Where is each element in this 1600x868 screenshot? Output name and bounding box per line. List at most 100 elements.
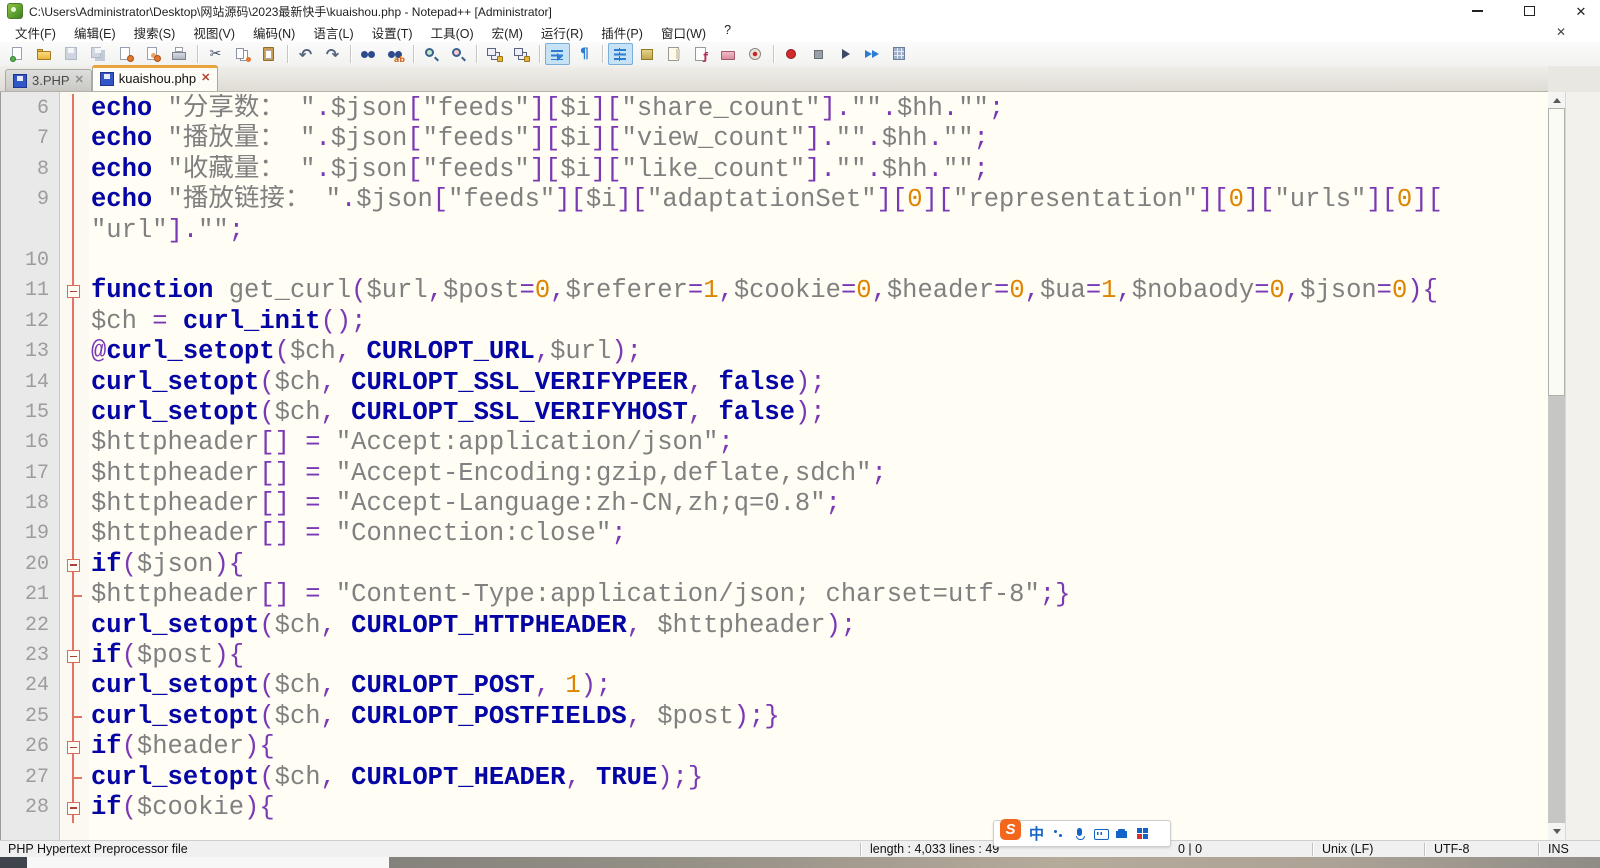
menu-item-2[interactable]: 搜索(S) <box>125 21 185 44</box>
code-line: 14 curl_setopt($ch, CURLOPT_SSL_VERIFYPEE… <box>1 367 1548 398</box>
soft-keyboard-icon[interactable] <box>1094 827 1110 840</box>
maximize-button[interactable] <box>1518 2 1540 20</box>
stop-macro-icon[interactable] <box>806 43 831 65</box>
code-text: $ch = curl_init(); <box>91 306 367 336</box>
save-all-icon[interactable] <box>86 43 111 65</box>
print-icon[interactable] <box>167 43 192 65</box>
close-icon[interactable] <box>113 43 138 65</box>
close-all-icon[interactable] <box>140 43 165 65</box>
line-number: 6 <box>36 97 49 120</box>
menu-item-12[interactable]: ? <box>715 21 740 44</box>
code-line: 13 @curl_setopt($ch, CURLOPT_URL,$url); <box>1 337 1548 368</box>
code-editor[interactable]: 6 echo "分享数： ".$json["feeds"][$i]["share_… <box>0 92 1548 840</box>
menu-item-3[interactable]: 视图(V) <box>184 21 244 44</box>
paste-icon[interactable] <box>257 43 282 65</box>
encoding-label[interactable]: UTF-8 <box>1434 842 1469 856</box>
find-icon[interactable] <box>356 43 381 65</box>
replace-icon[interactable] <box>383 43 408 65</box>
saved-file-icon <box>99 71 114 86</box>
tab-3.PHP[interactable]: 3.PHP ✕ <box>5 69 92 91</box>
menu-item-7[interactable]: 工具(O) <box>422 21 483 44</box>
menu-item-6[interactable]: 设置(T) <box>363 21 422 44</box>
tab-close-icon[interactable]: ✕ <box>75 75 84 86</box>
zoom-out-icon <box>450 47 467 62</box>
voice-input-icon[interactable] <box>1073 827 1086 840</box>
taskbar-app-button[interactable] <box>27 857 390 868</box>
run-macro-multiple-icon[interactable] <box>860 43 885 65</box>
toolbox-icon[interactable] <box>1136 827 1149 840</box>
zoom-in-icon[interactable] <box>419 43 444 65</box>
zoom-out-icon[interactable] <box>446 43 471 65</box>
line-number: 15 <box>24 400 49 424</box>
sync-horizontal-icon[interactable] <box>509 43 534 65</box>
length-lines-label: length : 4,033 lines : 49 <box>870 842 1000 856</box>
save-icon[interactable] <box>59 43 84 65</box>
user-defined-dialog-icon[interactable] <box>635 43 660 65</box>
show-all-characters-icon <box>576 47 593 62</box>
insert-mode-label[interactable]: INS <box>1548 842 1569 856</box>
fold-collapse-box[interactable] <box>59 732 89 763</box>
function-list-icon[interactable] <box>689 43 714 65</box>
undo-icon[interactable] <box>293 43 318 65</box>
play-macro-icon[interactable] <box>833 43 858 65</box>
document-map-icon[interactable] <box>662 43 687 65</box>
sync-vertical-icon[interactable] <box>482 43 507 65</box>
tab-kuaishou.php[interactable]: kuaishou.php ✕ <box>91 65 219 91</box>
eol-format-label[interactable]: Unix (LF) <box>1322 842 1373 856</box>
fold-collapse-box[interactable] <box>59 641 89 672</box>
menu-item-9[interactable]: 运行(R) <box>532 21 592 44</box>
status-divider <box>1312 843 1313 856</box>
minimize-button[interactable] <box>1466 2 1488 20</box>
menu-item-5[interactable]: 语言(L) <box>304 21 362 44</box>
start-button[interactable] <box>0 857 27 868</box>
tab-close-icon[interactable]: ✕ <box>201 73 210 84</box>
redo-icon[interactable] <box>320 43 345 65</box>
indent-guide-icon[interactable] <box>608 43 633 65</box>
menu-row-close-icon[interactable]: ✕ <box>1556 25 1566 39</box>
cut-icon[interactable] <box>203 43 228 65</box>
show-all-characters-icon[interactable] <box>572 43 597 65</box>
save-macro-icon[interactable] <box>887 43 912 65</box>
scrollbar-thumb[interactable] <box>1548 108 1565 396</box>
replace-icon <box>387 47 405 64</box>
new-file-icon <box>9 46 26 62</box>
menu-item-4[interactable]: 编码(N) <box>244 21 304 44</box>
record-macro-icon[interactable] <box>779 43 804 65</box>
skin-icon[interactable] <box>1115 827 1128 840</box>
code-text: curl_setopt($ch, CURLOPT_HEADER, TRUE);} <box>91 762 704 792</box>
copy-icon[interactable] <box>230 43 255 65</box>
open-file-icon[interactable] <box>32 43 57 65</box>
word-wrap-icon[interactable] <box>545 43 570 65</box>
menu-item-1[interactable]: 编辑(E) <box>65 21 125 44</box>
tab-bar: 3.PHP ✕ kuaishou.php ✕ <box>0 65 1600 92</box>
fold-collapse-box[interactable] <box>59 276 89 307</box>
code-text: if($json){ <box>91 549 245 579</box>
close-window-button[interactable]: ✕ <box>1570 2 1592 20</box>
fold-collapse-box[interactable] <box>59 792 89 824</box>
play-macro-icon <box>837 47 854 62</box>
fold-marker <box>59 458 89 490</box>
fold-marker <box>59 154 89 186</box>
fold-marker <box>59 397 89 429</box>
punctuation-icon[interactable] <box>1052 827 1065 840</box>
line-number: 8 <box>36 157 49 181</box>
scroll-up-arrow-icon[interactable] <box>1548 92 1565 109</box>
code-line: 16 $httpheader[] = "Accept:application/js… <box>1 428 1548 459</box>
new-file-icon[interactable] <box>5 43 30 65</box>
vertical-scrollbar[interactable] <box>1548 92 1565 840</box>
menu-item-11[interactable]: 窗口(W) <box>652 21 715 44</box>
document-monitor-icon[interactable] <box>743 43 768 65</box>
chinese-mode-icon[interactable]: 中 <box>1029 823 1044 844</box>
toolbar <box>0 42 1600 66</box>
folder-as-workspace-icon[interactable] <box>716 43 741 65</box>
sogou-logo-icon[interactable]: S <box>1000 819 1021 840</box>
scroll-down-arrow-icon[interactable] <box>1548 823 1565 840</box>
close-all-icon <box>144 46 161 62</box>
line-number: 12 <box>24 309 49 333</box>
menu-item-0[interactable]: 文件(F) <box>6 21 65 44</box>
menu-item-10[interactable]: 插件(P) <box>592 21 652 44</box>
save-icon <box>63 46 80 62</box>
code-text: @curl_setopt($ch, CURLOPT_URL,$url); <box>91 337 642 367</box>
fold-collapse-box[interactable] <box>59 549 89 581</box>
menu-item-8[interactable]: 宏(M) <box>483 21 532 44</box>
